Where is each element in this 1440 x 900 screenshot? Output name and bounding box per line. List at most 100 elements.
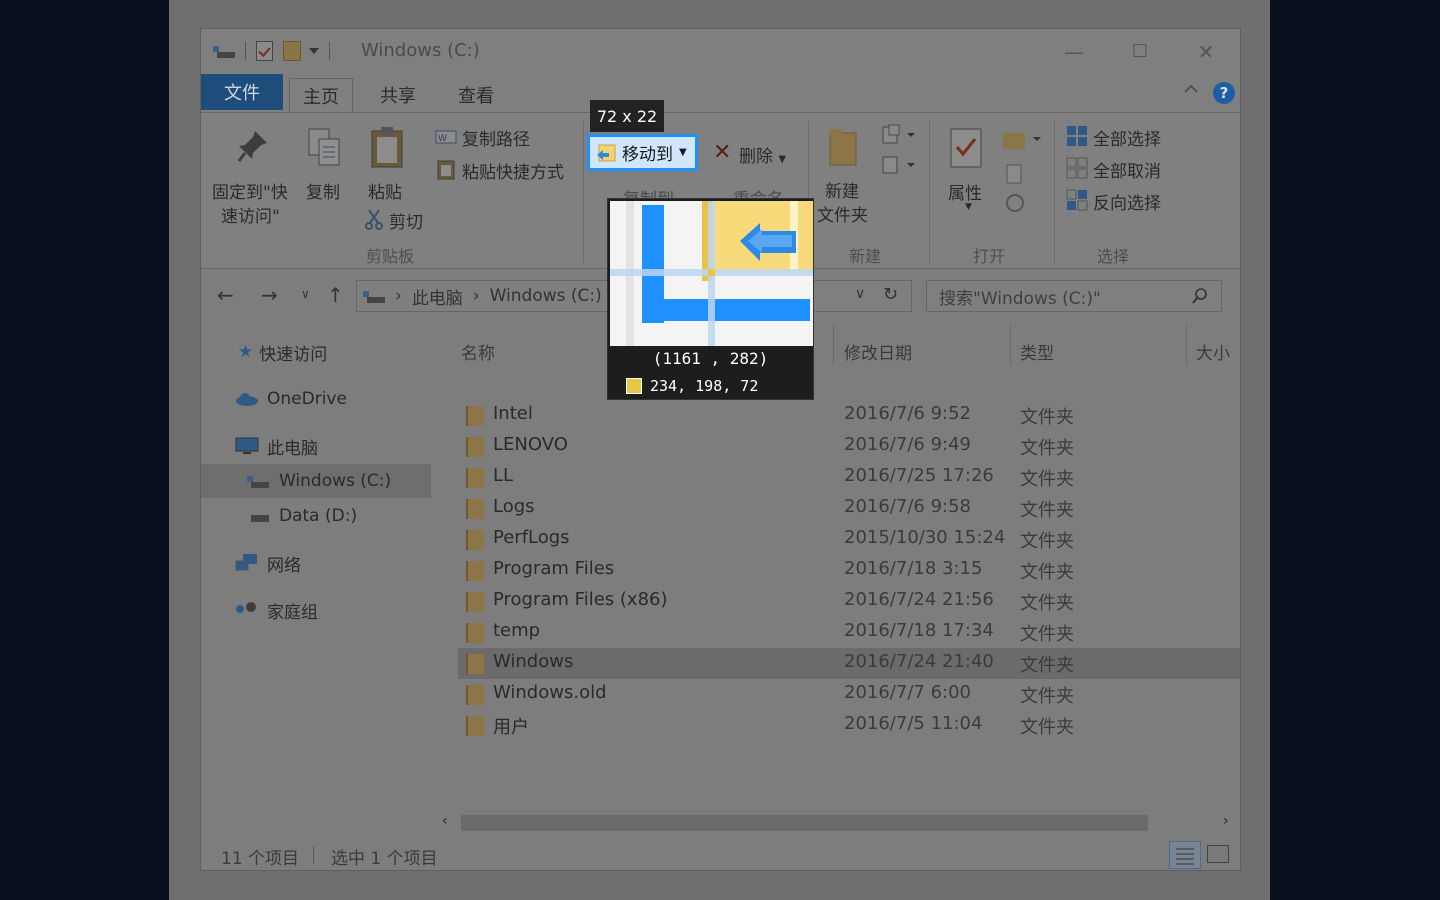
breadcrumb-this-pc[interactable]: 此电脑: [412, 284, 463, 309]
pixel-color-readout: 234, 198, 72: [626, 377, 758, 395]
copy-path-button[interactable]: 复制路径: [462, 125, 530, 150]
large-icons-view-icon[interactable]: [1207, 845, 1229, 863]
column-date[interactable]: 修改日期: [844, 333, 912, 369]
nav-onedrive[interactable]: OneDrive: [201, 382, 431, 416]
magnified-view: [610, 201, 813, 346]
cut-button[interactable]: 剪切: [389, 208, 423, 233]
details-view-icon[interactable]: [1169, 841, 1201, 869]
close-button[interactable]: ✕: [1173, 29, 1239, 74]
file-row[interactable]: Program Files (x86) 2016/7/24 21:56 文件夹: [458, 586, 1240, 617]
status-bar: 11 个项目 选中 1 个项目: [201, 841, 1240, 871]
paste-button[interactable]: 粘贴: [368, 178, 402, 203]
select-all-button[interactable]: 全部选择: [1093, 125, 1161, 150]
minimize-button[interactable]: —: [1041, 29, 1107, 74]
customize-qat-dropdown-icon[interactable]: [309, 48, 319, 54]
folder-icon: [466, 406, 484, 426]
file-row[interactable]: 用户 2016/7/5 11:04 文件夹: [458, 710, 1240, 741]
new-folder-button[interactable]: 新建: [825, 177, 859, 202]
tab-file[interactable]: 文件: [201, 74, 283, 110]
folder-icon: [466, 685, 484, 705]
file-row[interactable]: LENOVO 2016/7/6 9:49 文件夹: [458, 431, 1240, 462]
cloud-icon: [236, 393, 258, 406]
tab-share[interactable]: 共享: [366, 78, 430, 112]
column-name[interactable]: 名称: [461, 333, 495, 369]
svg-text:W: W: [438, 134, 447, 144]
tab-home[interactable]: 主页: [289, 78, 353, 112]
file-row[interactable]: Program Files 2016/7/18 3:15 文件夹: [458, 555, 1240, 586]
help-icon: ?: [1213, 82, 1235, 104]
scroll-left-icon[interactable]: ‹: [442, 813, 448, 829]
title-bar: Windows (C:) — ☐ ✕: [201, 29, 1240, 74]
delete-icon: ✕: [713, 140, 732, 165]
nav-network[interactable]: 网络: [201, 546, 431, 580]
address-dropdown-icon[interactable]: ∨: [855, 286, 865, 302]
pin-quick-access-button[interactable]: 固定到"快: [212, 178, 288, 203]
folder-icon: [466, 437, 484, 457]
collapse-ribbon-icon[interactable]: [1184, 84, 1198, 94]
nav-data-d[interactable]: Data (D:): [201, 499, 431, 533]
properties-dropdown-icon[interactable]: ▼: [965, 202, 972, 212]
file-row[interactable]: LL 2016/7/25 17:26 文件夹: [458, 462, 1240, 493]
breadcrumb-separator-icon: ›: [395, 286, 402, 306]
nav-quick-access[interactable]: ★ 快速访问: [201, 335, 431, 369]
drive-icon: [247, 474, 269, 488]
window-title: Windows (C:): [361, 40, 480, 61]
file-row-selected[interactable]: Windows 2016/7/24 21:40 文件夹: [458, 648, 1240, 679]
back-arrow-icon[interactable]: ←: [217, 283, 234, 307]
tab-view[interactable]: 查看: [444, 78, 508, 112]
cursor-coordinates: (1161 , 282): [652, 349, 769, 368]
move-to-icon: [597, 144, 616, 161]
quick-access-toolbar: [213, 41, 330, 61]
scrollbar-thumb[interactable]: [461, 815, 1148, 831]
move-to-dropdown-icon: ▼: [679, 147, 687, 158]
refresh-icon[interactable]: ↻: [883, 284, 898, 305]
clipboard-group-label: 剪贴板: [366, 247, 415, 266]
pin-quick-access-label-2: 速访问": [221, 207, 280, 227]
homegroup-icon: [236, 602, 256, 613]
move-to-button[interactable]: 移动到 ▼: [587, 134, 698, 171]
recent-locations-chevron-icon[interactable]: ∨: [301, 287, 310, 301]
help-button[interactable]: ?: [1213, 82, 1235, 104]
copy-button[interactable]: 复制: [306, 178, 340, 203]
scissors-icon: [365, 209, 383, 230]
select-all-icon: [1067, 126, 1087, 146]
column-type[interactable]: 类型: [1020, 333, 1054, 369]
nav-windows-c[interactable]: Windows (C:): [201, 464, 431, 498]
file-row[interactable]: Windows.old 2016/7/7 6:00 文件夹: [458, 679, 1240, 710]
new-item-icon[interactable]: [881, 123, 917, 179]
maximize-button[interactable]: ☐: [1107, 29, 1173, 74]
scroll-right-icon[interactable]: ›: [1223, 813, 1229, 829]
column-size[interactable]: 大小: [1196, 333, 1230, 369]
invert-selection-button[interactable]: 反向选择: [1093, 189, 1161, 214]
file-row[interactable]: Logs 2016/7/6 9:58 文件夹: [458, 493, 1240, 524]
color-swatch: [626, 378, 642, 394]
nav-this-pc[interactable]: 此电脑: [201, 429, 431, 463]
folder-icon: [466, 654, 484, 674]
file-row[interactable]: Intel 2016/7/6 9:52 文件夹: [458, 400, 1240, 431]
properties-qat-icon[interactable]: [256, 41, 273, 61]
forward-arrow-icon[interactable]: →: [261, 283, 278, 307]
nav-homegroup[interactable]: 家庭组: [201, 593, 431, 627]
drive-icon: [251, 514, 269, 522]
properties-button[interactable]: 属性: [948, 179, 982, 204]
open-icons: [1003, 133, 1041, 212]
search-input[interactable]: 搜索"Windows (C:)": [926, 280, 1222, 312]
new-folder-qat-icon[interactable]: [283, 41, 301, 61]
folder-icon: [466, 592, 484, 612]
breadcrumb-separator-icon: ›: [472, 286, 480, 306]
explorer-window: Windows (C:) — ☐ ✕ 文件 主页 共享 查看 ? 固定到"快 速…: [200, 28, 1241, 871]
up-arrow-icon[interactable]: ↑: [327, 283, 344, 307]
horizontal-scrollbar[interactable]: ‹ ›: [433, 811, 1240, 835]
paste-shortcut-button[interactable]: 粘贴快捷方式: [462, 158, 564, 183]
pin-icon: [237, 131, 267, 162]
file-row[interactable]: temp 2016/7/18 17:34 文件夹: [458, 617, 1240, 648]
delete-button[interactable]: 删除 ▼: [739, 142, 786, 167]
select-none-button[interactable]: 全部取消: [1093, 157, 1161, 182]
magnifier-loupe: (1161 , 282) 234, 198, 72: [607, 198, 814, 400]
breadcrumb-windows-c[interactable]: Windows (C:): [490, 286, 602, 306]
folder-icon: [466, 561, 484, 581]
file-row[interactable]: PerfLogs 2015/10/30 15:24 文件夹: [458, 524, 1240, 555]
new-folder-label-2: 文件夹: [817, 206, 868, 226]
folder-icon: [466, 468, 484, 488]
paste-icon: [371, 127, 403, 168]
